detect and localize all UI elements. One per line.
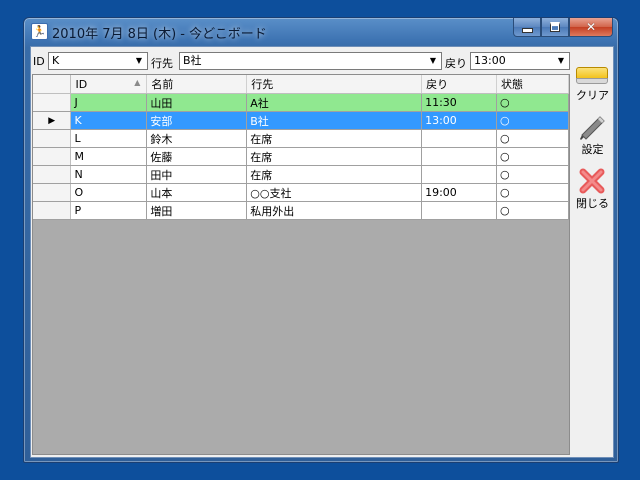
caption-buttons: ✕ [513,18,613,38]
cell-dest[interactable]: A社 [246,93,423,112]
close-app-button[interactable]: 閉じる [572,163,613,213]
cell-return[interactable] [421,165,498,184]
dest-label: 行先 [151,57,173,70]
table-row-selected[interactable]: ▶ K 安部 B社 13:00 ○ [33,111,569,130]
cell-dest[interactable]: 私用外出 [246,201,423,220]
cell-name[interactable]: 山本 [146,183,248,202]
settings-button-label: 設定 [581,143,604,156]
return-combo[interactable]: 13:00 ▼ [470,52,570,70]
row-header[interactable] [33,183,72,202]
cell-return[interactable] [421,147,498,166]
chevron-down-icon[interactable]: ▼ [553,53,569,69]
table-row[interactable]: P 増田 私用外出 ○ [33,201,569,220]
cell-status[interactable]: ○ [496,129,569,148]
minimize-icon [521,27,533,33]
close-icon: ✕ [585,20,597,34]
cell-id[interactable]: P [70,201,148,220]
column-header-id[interactable]: ID ▲ [70,75,148,94]
cell-status[interactable]: ○ [496,93,569,112]
red-x-icon [579,168,605,194]
cell-status[interactable]: ○ [496,201,569,220]
table-row[interactable]: J 山田 A社 11:30 ○ [33,93,569,112]
cell-return[interactable]: 19:00 [421,183,498,202]
row-header[interactable] [33,93,72,112]
cell-status[interactable]: ○ [496,147,569,166]
cell-id[interactable]: M [70,147,148,166]
id-combo[interactable]: K ▼ [48,52,148,70]
cell-return[interactable]: 11:30 [421,93,498,112]
chevron-down-icon[interactable]: ▼ [131,53,147,69]
status-grid[interactable]: ID ▲ 名前 行先 戻り 状態 J 山田 A社 11:30 ○ ▶ K 安部 … [32,74,570,455]
column-header-name[interactable]: 名前 [146,75,248,94]
return-label: 戻り [445,57,467,70]
return-combo-value: 13:00 [474,54,506,67]
cell-status[interactable]: ○ [496,165,569,184]
close-app-button-label: 閉じる [576,197,609,210]
running-man-icon[interactable]: 🏃 [31,23,48,40]
cell-dest[interactable]: B社 [246,111,423,130]
cell-id[interactable]: O [70,183,148,202]
maximize-button[interactable] [541,18,569,37]
cell-return[interactable] [421,201,498,220]
row-header[interactable] [33,147,72,166]
title-bar[interactable]: 🏃 2010年 7月 8日 (木) - 今どこボード ✕ [24,18,618,44]
row-header-corner[interactable] [33,75,72,94]
cell-name[interactable]: 鈴木 [146,129,248,148]
table-row[interactable]: L 鈴木 在席 ○ [33,129,569,148]
row-header[interactable] [33,129,72,148]
column-header-status[interactable]: 状態 [496,75,569,94]
cell-id[interactable]: L [70,129,148,148]
dest-combo-value: B社 [183,54,202,67]
column-header-return[interactable]: 戻り [421,75,498,94]
id-label: ID [33,55,45,68]
cell-name[interactable]: 増田 [146,201,248,220]
cell-id[interactable]: K [70,111,148,130]
close-window-button[interactable]: ✕ [569,18,613,37]
cell-dest[interactable]: ○○支社 [246,183,423,202]
current-row-marker[interactable]: ▶ [33,111,72,130]
clear-button-label: クリア [576,89,609,102]
maximize-icon [550,22,560,32]
cell-name[interactable]: 安部 [146,111,248,130]
table-row[interactable]: N 田中 在席 ○ [33,165,569,184]
cell-dest[interactable]: 在席 [246,129,423,148]
window-title: 2010年 7月 8日 (木) - 今どこボード [52,27,267,42]
header-row: ID ▲ 名前 行先 戻り 状態 [33,75,569,94]
cell-return[interactable]: 13:00 [421,111,498,130]
row-header[interactable] [33,165,72,184]
cell-name[interactable]: 田中 [146,165,248,184]
settings-button[interactable]: 設定 [572,109,613,159]
status-table: ID ▲ 名前 行先 戻り 状態 J 山田 A社 11:30 ○ ▶ K 安部 … [33,75,569,220]
cell-name[interactable]: 山田 [146,93,248,112]
id-combo-value: K [52,54,60,67]
client-area: ID K ▼ 行先 B社 ▼ 戻り 13:00 ▼ ID ▲ 名前 行先 戻り … [30,46,614,458]
eraser-icon [576,67,608,84]
minimize-button[interactable] [513,18,541,37]
column-header-dest[interactable]: 行先 [246,75,423,94]
cell-id[interactable]: N [70,165,148,184]
clear-button[interactable]: クリア [572,55,613,105]
cell-name[interactable]: 佐藤 [146,147,248,166]
filter-bar: ID K ▼ 行先 B社 ▼ 戻り 13:00 ▼ [31,47,571,73]
sort-ascending-icon: ▲ [134,78,141,87]
cell-id[interactable]: J [70,93,148,112]
cell-return[interactable] [421,129,498,148]
table-row[interactable]: O 山本 ○○支社 19:00 ○ [33,183,569,202]
action-toolbar: クリア 設定 閉じる [572,47,613,457]
main-window: 🏃 2010年 7月 8日 (木) - 今どこボード ✕ ID K ▼ 行先 B… [23,17,619,463]
cell-status[interactable]: ○ [496,183,569,202]
cell-status[interactable]: ○ [496,111,569,130]
cell-dest[interactable]: 在席 [246,165,423,184]
dest-combo[interactable]: B社 ▼ [179,52,442,70]
pencil-icon [580,116,605,140]
row-header[interactable] [33,201,72,220]
table-row[interactable]: M 佐藤 在席 ○ [33,147,569,166]
cell-dest[interactable]: 在席 [246,147,423,166]
chevron-down-icon[interactable]: ▼ [425,53,441,69]
